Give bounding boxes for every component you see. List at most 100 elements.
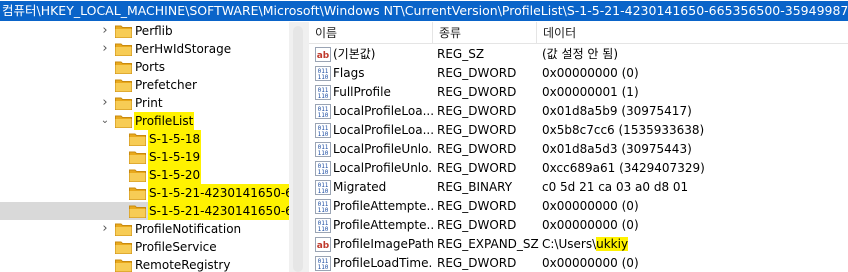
tree-item[interactable]: S-1-5-21-4230141650-6 — [0, 202, 289, 220]
table-row[interactable]: 011 110 ProfileAttempte... REG_DWORD 0x00000… — [309, 216, 848, 235]
folder-icon — [129, 204, 146, 218]
binary-value-icon: 011 110 — [315, 142, 331, 157]
key-tree: › Perflib › PerHwIdStorage Ports Prefetcher › P… — [0, 22, 289, 272]
column-header-name[interactable]: 이름 — [309, 22, 433, 44]
value-name: (기본값) — [333, 47, 376, 61]
value-type: REG_DWORD — [437, 66, 517, 80]
string-value-icon: ab — [315, 47, 331, 62]
tree-item[interactable]: Prefetcher — [0, 76, 289, 94]
binary-value-icon: 011 110 — [315, 218, 331, 233]
folder-icon — [129, 168, 146, 182]
table-row[interactable]: 011 110 LocalProfileLoa... REG_DWORD 0x01d8a… — [309, 102, 848, 121]
chevron-down-icon[interactable]: ⌄ — [100, 115, 110, 127]
folder-icon — [129, 132, 146, 146]
tree-item-label: S-1-5-21-4230141650-6 — [148, 184, 289, 202]
binary-value-icon: 011 110 — [315, 199, 331, 214]
address-path[interactable]: 컴퓨터\HKEY_LOCAL_MACHINE\SOFTWARE\Microsof… — [0, 1, 848, 21]
value-type: REG_DWORD — [437, 218, 517, 232]
tree-item[interactable]: › Print — [0, 94, 289, 112]
folder-icon — [115, 78, 132, 92]
tree-item[interactable]: › PerHwIdStorage — [0, 40, 289, 58]
table-row[interactable]: 011 110 Flags REG_DWORD 0x00000000 (0) — [309, 64, 848, 83]
value-name: Flags — [333, 66, 365, 80]
tree-item-label: RemoteRegistry — [135, 258, 231, 272]
table-row[interactable]: 011 110 LocalProfileLoa... REG_DWORD 0x5b8c7… — [309, 121, 848, 140]
tree-item-label: S-1-5-21-4230141650-6 — [148, 202, 289, 220]
value-name: Migrated — [333, 180, 387, 194]
tree-item[interactable]: › Perflib — [0, 22, 289, 40]
binary-value-icon: 011 110 — [315, 161, 331, 176]
svg-text:110: 110 — [318, 226, 329, 233]
value-data: 0x5b8c7cc6 (1535933638) — [542, 123, 705, 137]
value-data: 0x00000000 (0) — [542, 66, 639, 80]
column-header-data[interactable]: 데이터 — [537, 22, 848, 44]
value-data: C:\Users\ukkiy — [542, 235, 629, 254]
tree-item-label: Print — [135, 96, 163, 110]
folder-icon — [115, 114, 132, 128]
table-row[interactable]: ab ProfileImagePath REG_EXPAND_SZ C:\Users\… — [309, 235, 848, 254]
tree-scrollbar[interactable] — [293, 26, 303, 272]
value-name: ProfileImagePath — [333, 237, 433, 251]
binary-value-icon: 011 110 — [315, 180, 331, 195]
folder-icon — [115, 60, 132, 74]
string-value-icon: ab — [315, 237, 331, 252]
svg-text:ab: ab — [317, 51, 330, 61]
table-row[interactable]: 011 110 ProfileAttempte... REG_DWORD 0x00000… — [309, 197, 848, 216]
svg-text:110: 110 — [318, 188, 329, 195]
address-bar[interactable]: 컴퓨터\HKEY_LOCAL_MACHINE\SOFTWARE\Microsof… — [0, 0, 848, 22]
svg-text:110: 110 — [318, 207, 329, 214]
table-row[interactable]: 011 110 Migrated REG_BINARY c0 5d 21 ca 03 a… — [309, 178, 848, 197]
tree-item[interactable]: S-1-5-19 — [0, 148, 289, 166]
folder-icon — [115, 222, 132, 236]
chevron-right-icon[interactable]: › — [100, 96, 110, 109]
svg-text:110: 110 — [318, 112, 329, 119]
svg-text:110: 110 — [318, 131, 329, 138]
value-data: 0x00000001 (1) — [542, 85, 639, 99]
tree-item[interactable]: RemoteRegistry — [0, 256, 289, 272]
tree-item[interactable]: S-1-5-20 — [0, 166, 289, 184]
tree-item-label: Perflib — [135, 24, 173, 38]
column-header-type[interactable]: 종류 — [433, 22, 537, 44]
value-type: REG_BINARY — [437, 180, 513, 194]
tree-item[interactable]: S-1-5-18 — [0, 130, 289, 148]
tree-item[interactable]: ProfileService — [0, 238, 289, 256]
tree-item-label: PerHwIdStorage — [135, 42, 232, 56]
value-name: FullProfile — [333, 85, 391, 99]
folder-icon — [129, 150, 146, 164]
value-data: (값 설정 안 됨) — [542, 47, 619, 61]
tree-item[interactable]: › ProfileNotification — [0, 220, 289, 238]
tree-item-label: ProfileList — [134, 112, 195, 130]
svg-text:110: 110 — [318, 169, 329, 176]
value-name: LocalProfileLoa... — [333, 123, 433, 137]
value-data: 0x00000000 (0) — [542, 218, 639, 232]
value-data-prefix: C:\Users\ — [542, 237, 597, 251]
table-row[interactable]: 011 110 ProfileLoadTime... REG_DWORD 0x00000… — [309, 254, 848, 272]
tree-item-label: ProfileService — [135, 240, 217, 254]
binary-value-icon: 011 110 — [315, 256, 331, 271]
svg-text:ab: ab — [317, 241, 330, 251]
folder-icon — [115, 96, 132, 110]
table-row[interactable]: 011 110 LocalProfileUnlo... REG_DWORD 0x01d8… — [309, 140, 848, 159]
value-name: ProfileAttempte... — [333, 199, 433, 213]
chevron-right-icon[interactable]: › — [100, 222, 110, 235]
value-name: LocalProfileUnlo... — [333, 142, 433, 156]
table-row[interactable]: ab (기본값) REG_SZ (값 설정 안 됨) — [309, 45, 848, 64]
svg-text:110: 110 — [318, 74, 329, 81]
list-header: 이름 종류 데이터 — [309, 22, 848, 44]
svg-text:110: 110 — [318, 150, 329, 157]
value-type: REG_DWORD — [437, 142, 517, 156]
value-data: 0x01d8a5d3 (30975443) — [542, 142, 692, 156]
value-type: REG_DWORD — [437, 104, 517, 118]
tree-item[interactable]: ⌄ ProfileList — [0, 112, 289, 130]
table-row[interactable]: 011 110 FullProfile REG_DWORD 0x00000001 (1) — [309, 83, 848, 102]
table-row[interactable]: 011 110 LocalProfileUnlo... REG_DWORD 0xcc68… — [309, 159, 848, 178]
folder-icon — [115, 258, 132, 272]
value-data: 0xcc689a61 (3429407329) — [542, 161, 705, 175]
tree-item[interactable]: Ports — [0, 58, 289, 76]
chevron-right-icon[interactable]: › — [100, 24, 110, 37]
tree-item[interactable]: S-1-5-21-4230141650-6 — [0, 184, 289, 202]
values-list: 이름 종류 데이터 ab (기본값) REG_SZ (값 설정 안 됨) 011 110 F… — [309, 22, 848, 272]
folder-icon — [115, 24, 132, 38]
chevron-right-icon[interactable]: › — [100, 42, 110, 55]
tree-item-label: Ports — [135, 60, 166, 74]
